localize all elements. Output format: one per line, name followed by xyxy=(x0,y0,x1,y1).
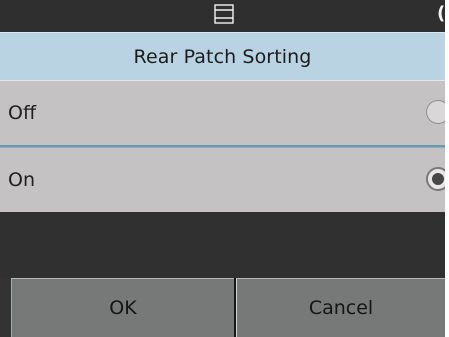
on-radio-button[interactable] xyxy=(426,167,445,191)
selected-radio-dot xyxy=(432,173,444,185)
rear-patch-sorting-screen: ( Rear Patch Sorting Off On OK Cancel xyxy=(0,0,445,337)
right-margin xyxy=(445,0,449,337)
empty-content-area xyxy=(0,212,445,278)
document-feeder-icon xyxy=(214,4,234,24)
page-title: Rear Patch Sorting xyxy=(133,46,312,68)
option-off-row[interactable]: Off xyxy=(0,80,445,145)
cancel-button[interactable]: Cancel xyxy=(236,278,445,337)
off-radio-button[interactable] xyxy=(426,100,445,124)
ok-button[interactable]: OK xyxy=(11,278,234,337)
status-edge-glyph: ( xyxy=(437,3,445,24)
status-bar: ( xyxy=(0,0,445,32)
option-off-label: Off xyxy=(8,102,37,124)
option-on-label: On xyxy=(8,169,35,191)
dialog-footer: OK Cancel xyxy=(0,278,445,337)
option-on-row[interactable]: On xyxy=(0,147,445,212)
title-bar: Rear Patch Sorting xyxy=(0,32,445,80)
